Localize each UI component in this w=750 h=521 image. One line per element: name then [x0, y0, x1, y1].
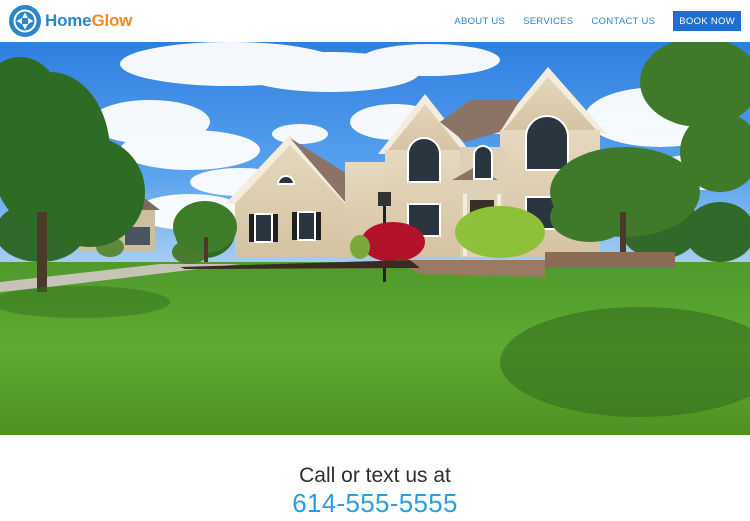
main-nav: ABOUT US SERVICES CONTACT US BOOK NOW	[454, 11, 741, 31]
brand-name-part1: Home	[45, 11, 92, 30]
nav-contact-us[interactable]: CONTACT US	[591, 16, 655, 27]
site-header: HomeGlow ABOUT US SERVICES CONTACT US BO…	[0, 0, 750, 42]
brand-name-part2: Glow	[91, 11, 133, 30]
call-or-text-label: Call or text us at	[299, 464, 451, 487]
logo[interactable]: HomeGlow	[9, 5, 132, 37]
nav-about-us[interactable]: ABOUT US	[454, 16, 505, 27]
contact-section: Call or text us at 614-555-5555	[0, 435, 750, 521]
camera-aperture-logo-icon	[9, 5, 41, 37]
brand-name: HomeGlow	[45, 11, 132, 31]
book-now-button[interactable]: BOOK NOW	[673, 11, 741, 31]
hero-image	[0, 42, 750, 435]
phone-number-link[interactable]: 614-555-5555	[0, 488, 750, 519]
nav-services[interactable]: SERVICES	[523, 16, 573, 27]
